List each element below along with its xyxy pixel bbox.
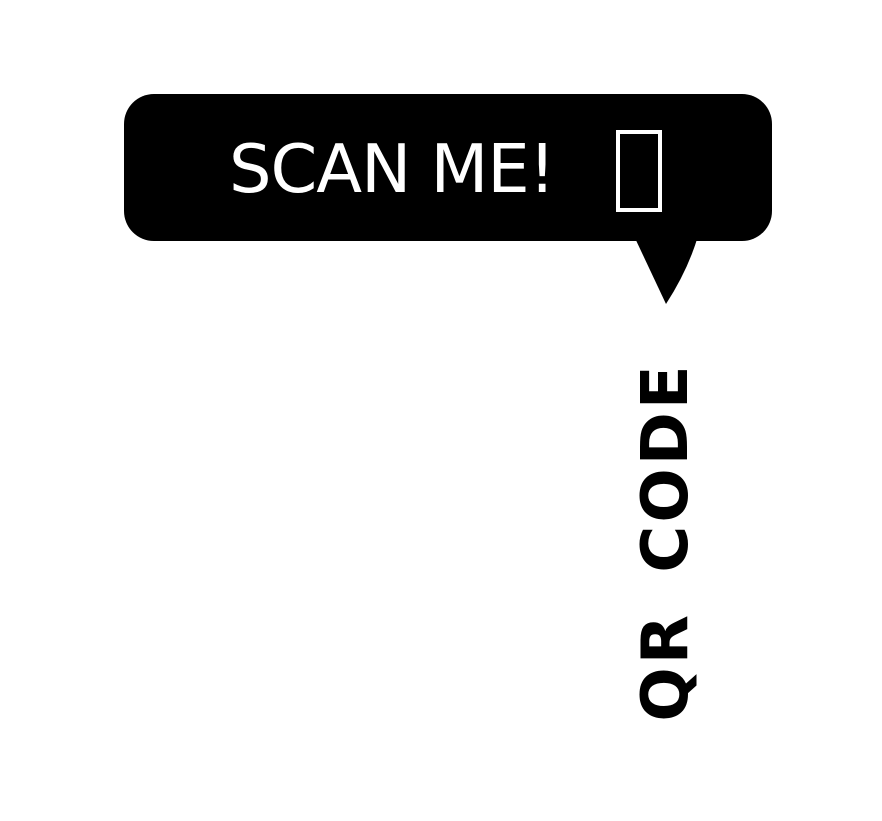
phone-outline-icon — [616, 130, 662, 212]
qr-code-label: QR CODE — [629, 362, 703, 722]
scan-me-text: SCAN ME! — [229, 130, 556, 208]
